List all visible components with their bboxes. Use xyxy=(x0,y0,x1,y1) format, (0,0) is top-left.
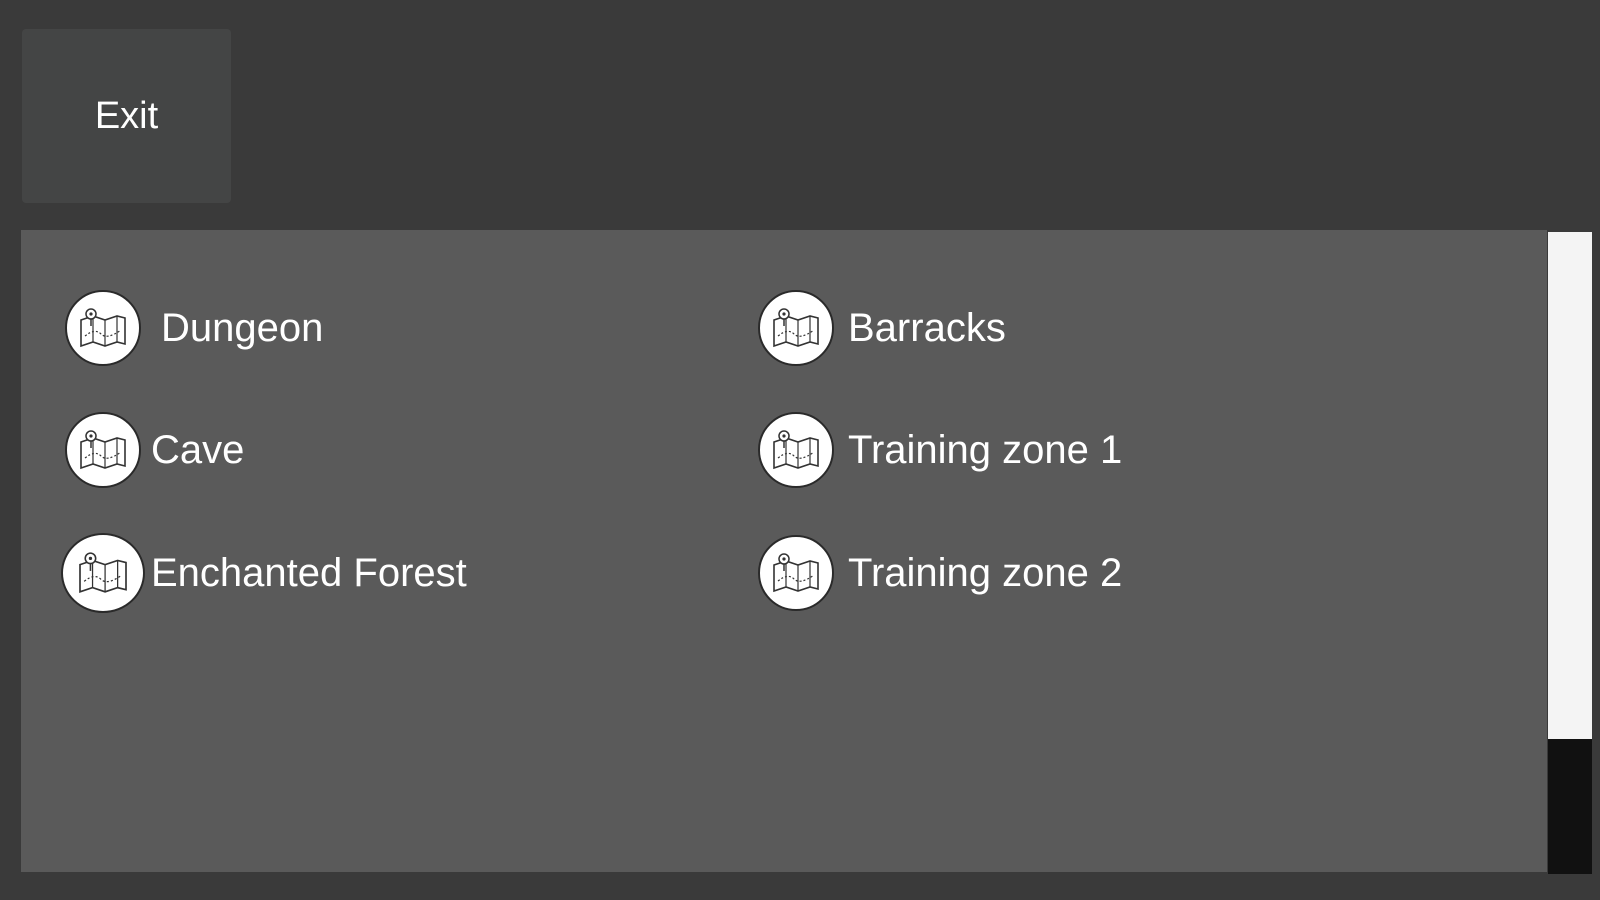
location-item-barracks[interactable]: Barracks xyxy=(758,288,1006,368)
vertical-scrollbar[interactable] xyxy=(1548,232,1592,874)
location-label: Dungeon xyxy=(161,305,324,350)
location-select-screen: Exit Dungeon Cave Enchanted Forest Barra… xyxy=(0,0,1600,900)
exit-button-label: Exit xyxy=(94,94,159,137)
location-label: Training zone 1 xyxy=(848,427,1123,472)
location-grid: Dungeon Cave Enchanted Forest Barracks T… xyxy=(21,230,1547,872)
location-label: Cave xyxy=(151,427,245,472)
location-label: Enchanted Forest xyxy=(151,550,467,595)
map-pin-icon xyxy=(758,412,834,488)
map-pin-icon xyxy=(61,533,145,613)
location-label: Training zone 2 xyxy=(848,550,1123,595)
location-item-training-zone-2[interactable]: Training zone 2 xyxy=(758,533,1122,613)
map-pin-icon xyxy=(65,412,141,488)
scroll-thumb[interactable] xyxy=(1548,232,1592,739)
location-item-training-zone-1[interactable]: Training zone 1 xyxy=(758,410,1122,490)
location-item-cave[interactable]: Cave xyxy=(65,410,244,490)
location-item-dungeon[interactable]: Dungeon xyxy=(65,288,323,368)
map-pin-icon xyxy=(758,290,834,366)
map-pin-icon xyxy=(758,535,834,611)
map-pin-icon xyxy=(65,290,141,366)
location-item-enchanted-forest[interactable]: Enchanted Forest xyxy=(61,533,467,613)
location-list-panel: Dungeon Cave Enchanted Forest Barracks T… xyxy=(21,230,1547,872)
location-label: Barracks xyxy=(848,305,1006,350)
exit-button[interactable]: Exit xyxy=(22,29,231,203)
